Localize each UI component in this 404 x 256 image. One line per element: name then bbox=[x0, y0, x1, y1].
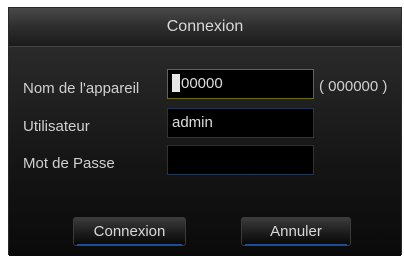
text-cursor bbox=[172, 73, 180, 92]
device-name-value: 00000 bbox=[181, 75, 223, 92]
username-field[interactable]: admin bbox=[167, 108, 314, 138]
username-value: admin bbox=[172, 114, 213, 131]
dialog-title: Connexion bbox=[9, 8, 401, 47]
device-name-field[interactable]: 00000 bbox=[167, 69, 314, 99]
cancel-button[interactable]: Annuler bbox=[241, 217, 351, 246]
password-field[interactable] bbox=[167, 145, 314, 175]
login-dialog: Connexion Nom de l'appareil 00000 ( 0000… bbox=[8, 7, 402, 256]
connect-button[interactable]: Connexion bbox=[73, 217, 186, 246]
device-name-hint: ( 000000 ) bbox=[319, 78, 388, 95]
username-label: Utilisateur bbox=[23, 118, 90, 135]
device-name-label: Nom de l'appareil bbox=[23, 80, 140, 97]
password-label: Mot de Passe bbox=[23, 155, 115, 172]
